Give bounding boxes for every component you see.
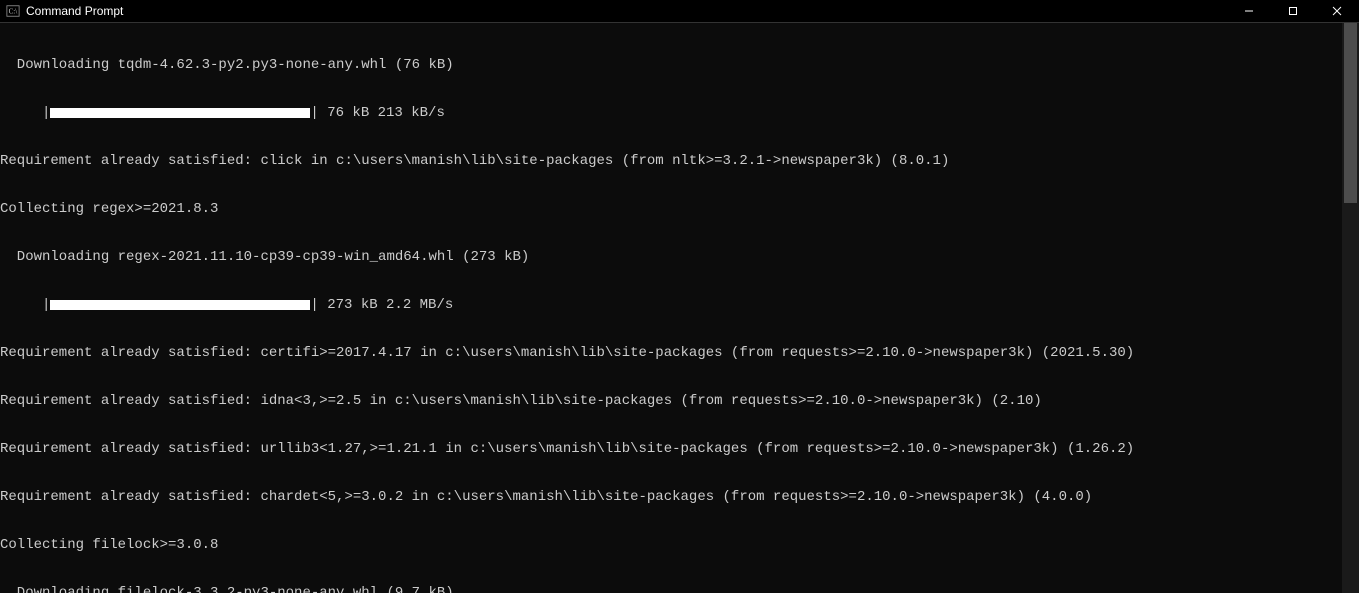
vertical-scrollbar[interactable] [1342, 23, 1359, 593]
progress-bar-icon [50, 300, 310, 310]
output-line: Requirement already satisfied: chardet<5… [0, 489, 1342, 505]
output-line: | | 76 kB 213 kB/s [0, 105, 1342, 121]
output-line: Collecting filelock>=3.0.8 [0, 537, 1342, 553]
output-line: Collecting regex>=2021.8.3 [0, 201, 1342, 217]
titlebar-left: C:\ Command Prompt [6, 4, 123, 18]
progress-bar-icon [50, 108, 310, 118]
window-title: Command Prompt [26, 4, 123, 18]
progress-suffix: | 273 kB 2.2 MB/s [310, 297, 453, 313]
maximize-button[interactable] [1271, 0, 1315, 22]
output-line: Downloading regex-2021.11.10-cp39-cp39-w… [0, 249, 1342, 265]
scroll-thumb[interactable] [1344, 23, 1357, 203]
output-line: Requirement already satisfied: urllib3<1… [0, 441, 1342, 457]
svg-text:C:\: C:\ [9, 8, 18, 16]
progress-suffix: | 76 kB 213 kB/s [310, 105, 444, 121]
titlebar: C:\ Command Prompt [0, 0, 1359, 23]
close-button[interactable] [1315, 0, 1359, 22]
output-line: Requirement already satisfied: click in … [0, 153, 1342, 169]
cmd-icon: C:\ [6, 4, 20, 18]
output-line: Requirement already satisfied: idna<3,>=… [0, 393, 1342, 409]
output-line: | | 273 kB 2.2 MB/s [0, 297, 1342, 313]
terminal-output[interactable]: Downloading tqdm-4.62.3-py2.py3-none-any… [0, 23, 1342, 593]
output-line: Downloading filelock-3.3.2-py3-none-any.… [0, 585, 1342, 593]
output-line: Requirement already satisfied: certifi>=… [0, 345, 1342, 361]
progress-prefix: | [0, 297, 50, 313]
minimize-button[interactable] [1227, 0, 1271, 22]
progress-prefix: | [0, 105, 50, 121]
output-line: Downloading tqdm-4.62.3-py2.py3-none-any… [0, 57, 1342, 73]
window-controls [1227, 0, 1359, 22]
